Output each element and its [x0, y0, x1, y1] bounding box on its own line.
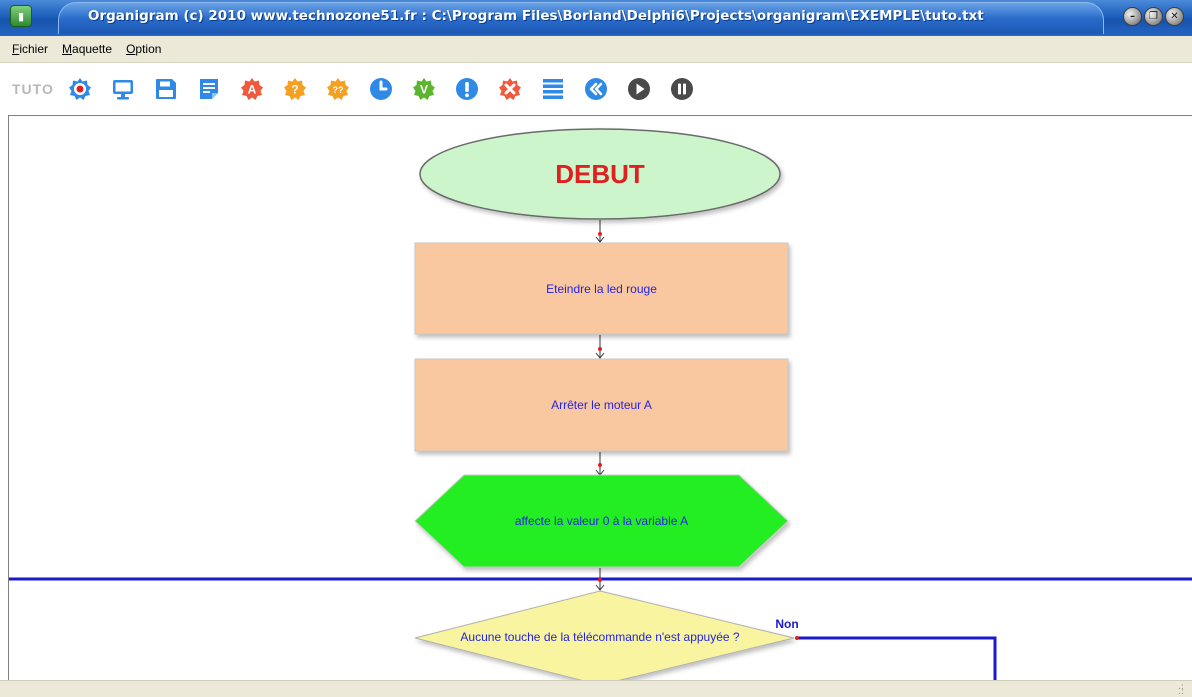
decision-label: Aucune touche de la télécommande n'est a… — [460, 630, 740, 644]
test-2-icon[interactable]: ?? — [326, 77, 350, 101]
restore-icon[interactable]: ❐ — [1144, 7, 1163, 26]
status-bar: .:.: — [0, 680, 1192, 697]
window-title: Organigram (c) 2010 www.technozone51.fr … — [88, 8, 984, 24]
menu-bar: Fichier Maquette Option — [0, 36, 1192, 63]
monitor-icon[interactable] — [111, 77, 135, 101]
minimize-icon[interactable]: – — [1123, 7, 1142, 26]
info-icon[interactable] — [455, 77, 479, 101]
title-bar: ▮ Organigram (c) 2010 www.technozone51.f… — [0, 0, 1192, 36]
action-a-icon[interactable]: A — [240, 77, 264, 101]
start-label: DEBUT — [555, 158, 645, 189]
clock-icon[interactable] — [369, 77, 393, 101]
save-icon[interactable] — [154, 77, 178, 101]
flowchart-canvas[interactable]: DEBUT Eteindre la led rouge Arrêter le m… — [8, 115, 1192, 680]
step-3-label: affecte la valeur 0 à la variable A — [514, 514, 689, 528]
pause-icon[interactable] — [670, 77, 694, 101]
variable-icon[interactable]: V — [412, 77, 436, 101]
record-icon[interactable] — [68, 77, 92, 101]
menu-maquette[interactable]: Maquette — [62, 42, 112, 56]
svg-text:?: ? — [291, 83, 298, 97]
no-branch-line — [797, 636, 997, 680]
toolbar: TUTO A ? ?? V — [0, 63, 1192, 115]
delete-icon[interactable] — [498, 77, 522, 101]
svg-text:V: V — [420, 83, 428, 97]
svg-text:??: ?? — [332, 85, 343, 95]
document-icon[interactable] — [197, 77, 221, 101]
rewind-icon[interactable] — [584, 77, 608, 101]
traffic-light-icon[interactable]: ▮ — [10, 5, 32, 27]
svg-text:A: A — [248, 83, 257, 97]
close-icon[interactable]: ✕ — [1165, 7, 1184, 26]
test-icon[interactable]: ? — [283, 77, 307, 101]
step-2-label: Arrêter le moteur A — [551, 398, 652, 412]
list-icon[interactable] — [541, 77, 565, 101]
resize-grip-icon[interactable]: .:.: — [1178, 683, 1188, 697]
no-label: Non — [775, 617, 799, 631]
menu-option[interactable]: Option — [126, 42, 161, 56]
tuto-label: TUTO — [12, 81, 54, 97]
step-1-label: Eteindre la led rouge — [546, 281, 657, 296]
window-controls: – ❐ ✕ — [1123, 7, 1184, 26]
menu-fichier[interactable]: Fichier — [12, 42, 48, 56]
play-icon[interactable] — [627, 77, 651, 101]
